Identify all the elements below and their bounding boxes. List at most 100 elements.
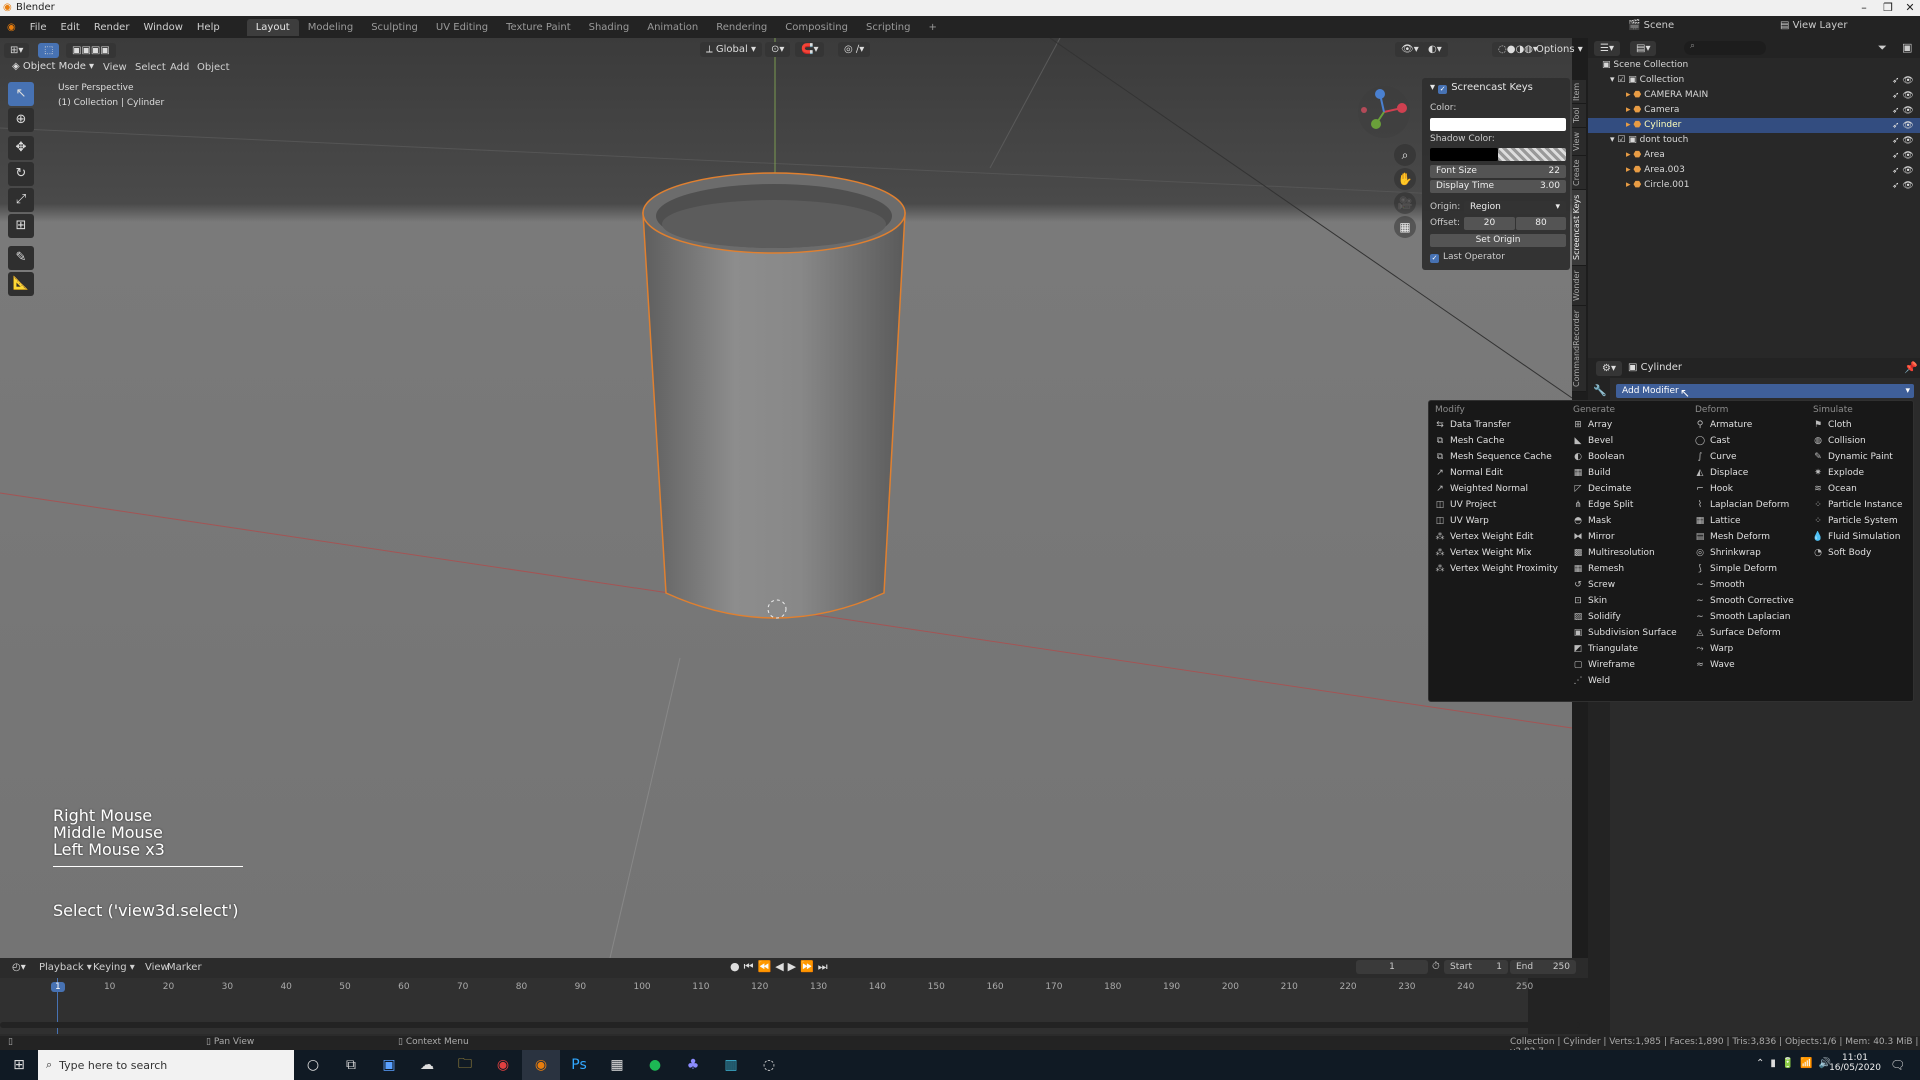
screencast-header[interactable]: ▾ ✓ Screencast Keys bbox=[1430, 82, 1566, 96]
tab-shading[interactable]: Shading bbox=[580, 19, 639, 36]
menu-item-wireframe[interactable]: ▢ Wireframe bbox=[1571, 657, 1635, 673]
menu-item-uv-project[interactable]: ◫ UV Project bbox=[1433, 497, 1497, 513]
timeline-menu-keying[interactable]: Keying ▾ bbox=[86, 962, 142, 973]
outliner-search-input[interactable]: ⌕ bbox=[1684, 41, 1766, 55]
transform-orientation-dropdown[interactable]: ⟂ Global ▾ bbox=[700, 42, 762, 57]
menu-item-cloth[interactable]: ⚑ Cloth bbox=[1811, 417, 1852, 433]
viewport-gizmo-toggle-icon[interactable]: 👁▾ bbox=[1395, 42, 1425, 57]
end-frame-field[interactable]: End 250 bbox=[1510, 960, 1576, 974]
close-button[interactable]: ✕ bbox=[1898, 0, 1920, 16]
blender-taskbar-icon[interactable]: ◉ bbox=[522, 1050, 560, 1080]
navigation-gizmo[interactable] bbox=[1356, 84, 1412, 140]
onedrive-icon[interactable]: ☁ bbox=[408, 1050, 446, 1080]
current-frame-field[interactable]: 1 bbox=[1356, 960, 1428, 974]
notifications-icon[interactable]: 🗨 bbox=[1890, 1058, 1905, 1072]
menu-file[interactable]: File bbox=[23, 22, 54, 33]
clock-icon[interactable]: ⏱ bbox=[1432, 961, 1440, 972]
3d-viewport[interactable] bbox=[0, 38, 1572, 958]
menu-item-vertex-weight-proximity[interactable]: ⁂ Vertex Weight Proximity bbox=[1433, 561, 1558, 577]
menu-item-particle-instance[interactable]: ⁘ Particle Instance bbox=[1811, 497, 1902, 513]
timeline-track[interactable]: 1 10 20 30 40 50 60 70 80 90 100 110 120 130 140 150 160… bbox=[0, 978, 1588, 1034]
menu-render[interactable]: Render bbox=[87, 22, 137, 33]
menu-item-normal-edit[interactable]: ↗ Normal Edit bbox=[1433, 465, 1503, 481]
view-layer-selector[interactable]: ▤ View Layer bbox=[1780, 20, 1847, 31]
mode-dropdown[interactable]: ◈ Object Mode ▾ bbox=[6, 59, 100, 74]
properties-editor-type-icon[interactable]: ⚙▾ bbox=[1596, 361, 1622, 376]
timeline-scrollbar[interactable] bbox=[0, 1022, 1580, 1028]
add-workspace-button[interactable]: + bbox=[919, 19, 945, 36]
sidebar-tab-screencast-keys[interactable]: Screencast Keys bbox=[1572, 190, 1586, 266]
photoshop-icon[interactable]: Ps bbox=[560, 1050, 598, 1080]
tab-compositing[interactable]: Compositing bbox=[776, 19, 857, 36]
taskbar-clock[interactable]: 11:01 16/05/2020 bbox=[1828, 1053, 1882, 1073]
wrench-icon[interactable]: 🔧 bbox=[1593, 384, 1607, 397]
measure-tool-icon[interactable]: 📐 bbox=[8, 272, 34, 296]
menu-item-warp[interactable]: ⤳ Warp bbox=[1693, 641, 1733, 657]
select-box-icon[interactable]: ⬚ bbox=[38, 43, 60, 58]
menu-item-fluid-simulation[interactable]: 💧 Fluid Simulation bbox=[1811, 529, 1900, 545]
visibility-icons[interactable]: ➶ 👁 ➶ 👁 ➶ 👁 ➶ 👁 ➶ 👁 ➶ 👁 ➶ 👁 ➶ 👁 bbox=[1892, 74, 1914, 194]
outliner-row-scene-collection[interactable]: ▣ Scene Collection bbox=[1588, 58, 1920, 73]
scale-tool-icon[interactable]: ⤢ bbox=[8, 188, 34, 212]
tab-sculpting[interactable]: Sculpting bbox=[362, 19, 427, 36]
menu-item-surface-deform[interactable]: ◬ Surface Deform bbox=[1693, 625, 1781, 641]
menu-item-decimate[interactable]: ◸ Decimate bbox=[1571, 481, 1632, 497]
screencast-enable-checkbox[interactable]: ✓ bbox=[1438, 85, 1448, 94]
tab-modeling[interactable]: Modeling bbox=[299, 19, 363, 36]
app-3-icon[interactable]: ◌ bbox=[750, 1050, 788, 1080]
menu-item-subdivision-surface[interactable]: ▣ Subdivision Surface bbox=[1571, 625, 1677, 641]
menu-item-smooth-corrective[interactable]: ∼ Smooth Corrective bbox=[1693, 593, 1794, 609]
proportional-edit-icon[interactable]: ◎ ∕▾ bbox=[838, 42, 871, 57]
tab-scripting[interactable]: Scripting bbox=[857, 19, 919, 36]
menu-item-mirror[interactable]: ⧓ Mirror bbox=[1571, 529, 1615, 545]
timeline-menu-marker[interactable]: Marker bbox=[160, 962, 209, 973]
display-time-field[interactable]: Display Time 3.00 bbox=[1430, 180, 1566, 193]
menu-item-dynamic-paint[interactable]: ✎ Dynamic Paint bbox=[1811, 449, 1893, 465]
teams-icon[interactable]: ♣ bbox=[674, 1050, 712, 1080]
start-frame-field[interactable]: Start 1 bbox=[1444, 960, 1508, 974]
spotify-icon[interactable]: ● bbox=[636, 1050, 674, 1080]
sidebar-tab-create[interactable]: Create bbox=[1572, 156, 1586, 190]
menu-item-edge-split[interactable]: ⋔ Edge Split bbox=[1571, 497, 1633, 513]
select-tool-icon[interactable]: ↖ bbox=[8, 82, 34, 106]
timeline-editor-type-icon[interactable]: ◴▾ bbox=[6, 960, 32, 975]
menu-item-particle-system[interactable]: ⁘ Particle System bbox=[1811, 513, 1897, 529]
menu-item-curve[interactable]: ∫ Curve bbox=[1693, 449, 1737, 465]
menu-window[interactable]: Window bbox=[136, 22, 189, 33]
app-icon[interactable]: ▣ bbox=[370, 1050, 408, 1080]
menu-item-soft-body[interactable]: ◔ Soft Body bbox=[1811, 545, 1871, 561]
menu-item-vertex-weight-mix[interactable]: ⁂ Vertex Weight Mix bbox=[1433, 545, 1532, 561]
cursor-tool-icon[interactable]: ⊕ bbox=[8, 108, 34, 132]
file-explorer-icon[interactable]: 🗀 bbox=[446, 1050, 484, 1080]
outliner-row-collection[interactable]: ▾ ☑ ▣ Collection bbox=[1588, 73, 1920, 88]
menu-edit[interactable]: Edit bbox=[53, 22, 86, 33]
system-tray-icons[interactable]: ⌃▮🔋📶🔊 bbox=[1756, 1058, 1837, 1069]
pivot-icon[interactable]: ⊙▾ bbox=[765, 42, 791, 57]
menu-item-armature[interactable]: ⚲ Armature bbox=[1693, 417, 1753, 433]
tab-rendering[interactable]: Rendering bbox=[707, 19, 776, 36]
menu-item-mesh-deform[interactable]: ▤ Mesh Deform bbox=[1693, 529, 1770, 545]
menu-item-shrinkwrap[interactable]: ◎ Shrinkwrap bbox=[1693, 545, 1761, 561]
select-mode-icons[interactable]: ▣▣▣▣ bbox=[66, 43, 116, 58]
menu-item-simple-deform[interactable]: ⟆ Simple Deform bbox=[1693, 561, 1777, 577]
outliner-row-camera[interactable]: ▸ ⬣ Camera bbox=[1588, 103, 1920, 118]
viewport-menu-object[interactable]: Object bbox=[190, 62, 237, 73]
menu-item-weld[interactable]: ⋰ Weld bbox=[1571, 673, 1611, 689]
menu-help[interactable]: Help bbox=[190, 22, 227, 33]
tab-uv-editing[interactable]: UV Editing bbox=[427, 19, 497, 36]
menu-item-mesh-sequence-cache[interactable]: ⧉ Mesh Sequence Cache bbox=[1433, 449, 1552, 465]
minimize-button[interactable]: – bbox=[1852, 0, 1876, 16]
scene-selector[interactable]: 🎬 Scene bbox=[1628, 20, 1674, 31]
menu-item-weighted-normal[interactable]: ↗ Weighted Normal bbox=[1433, 481, 1528, 497]
add-modifier-dropdown[interactable]: Add Modifier ▾ bbox=[1616, 384, 1914, 398]
menu-item-smooth-laplacian[interactable]: ∼ Smooth Laplacian bbox=[1693, 609, 1790, 625]
taskbar-search-box[interactable]: ⌕ Type here to search bbox=[38, 1050, 294, 1080]
outliner-row-area[interactable]: ▸ ⬣ Area bbox=[1588, 148, 1920, 163]
sidebar-tab-tool[interactable]: Tool bbox=[1572, 104, 1586, 128]
blender-menu-icon[interactable]: ◉ bbox=[0, 22, 23, 33]
menu-item-remesh[interactable]: ▦ Remesh bbox=[1571, 561, 1624, 577]
menu-item-screw[interactable]: ↺ Screw bbox=[1571, 577, 1615, 593]
menu-item-bevel[interactable]: ◣ Bevel bbox=[1571, 433, 1614, 449]
new-collection-icon[interactable]: ▣ bbox=[1902, 41, 1912, 54]
outliner-editor-type-icon[interactable]: ☰▾ bbox=[1594, 41, 1620, 56]
